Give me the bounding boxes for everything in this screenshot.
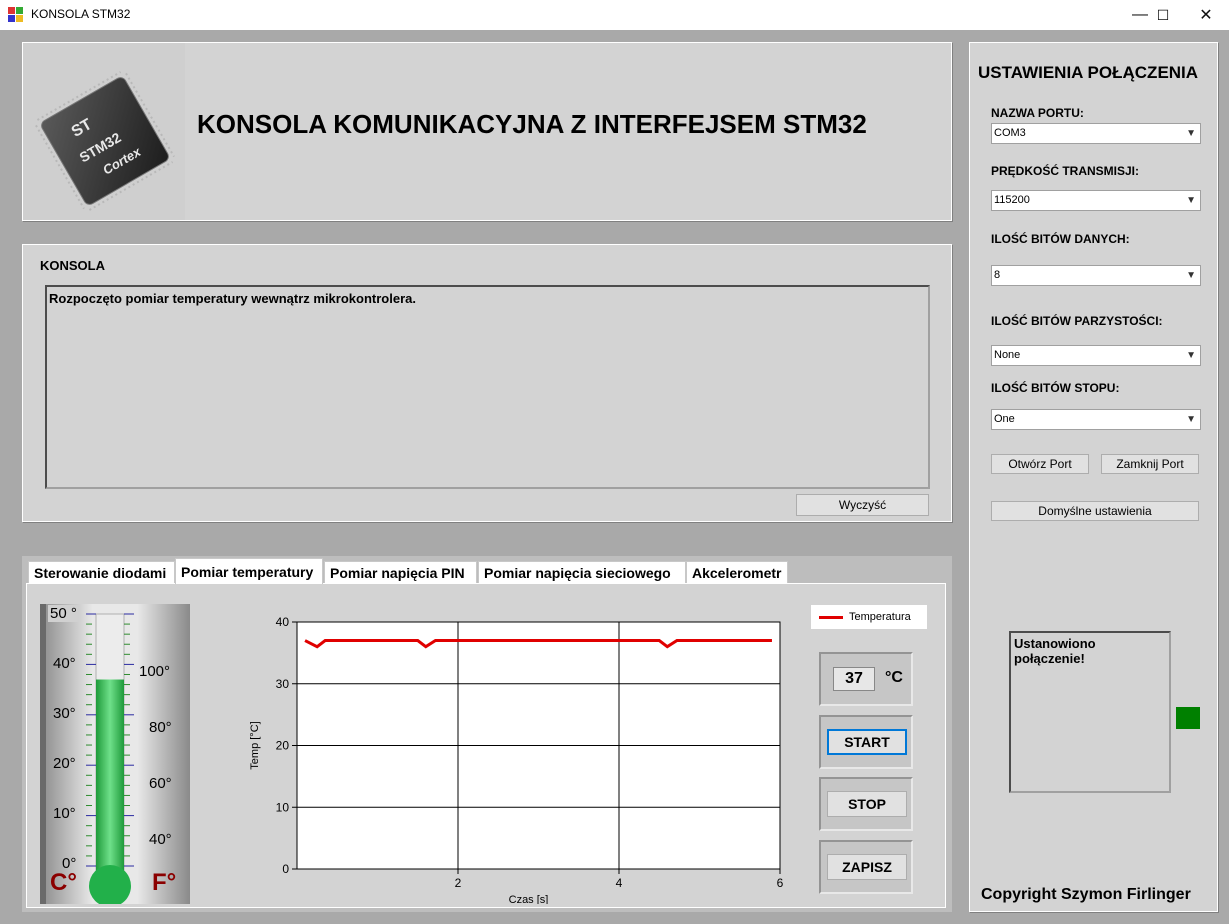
temperature-readout: 37 °C: [819, 652, 913, 706]
y-axis-label: Temp [°C]: [249, 721, 261, 769]
stopbits-label: ILOŚĆ BITÓW STOPU:: [991, 381, 1120, 395]
chevron-down-icon: ▼: [1186, 128, 1196, 139]
console-panel: KONSOLA Rozpoczęto pomiar temperatury we…: [22, 244, 952, 522]
window-title: KONSOLA STM32: [31, 7, 131, 21]
tabs-panel: Sterowanie diodami Pomiar temperatury Po…: [22, 556, 952, 912]
chevron-down-icon: ▼: [1186, 270, 1196, 281]
port-select-value: COM3: [994, 127, 1026, 139]
fahrenheit-tick: 40°: [149, 831, 172, 848]
console-output[interactable]: Rozpoczęto pomiar temperatury wewnątrz m…: [45, 285, 930, 489]
y-tick-label: 40: [276, 615, 290, 629]
celsius-tick: 50 °: [48, 605, 79, 622]
console-title: KONSOLA: [40, 258, 105, 273]
fahrenheit-label: F°: [152, 869, 177, 896]
x-tick-label: 4: [616, 876, 623, 890]
tab-sterowanie-diodami[interactable]: Sterowanie diodami: [28, 561, 175, 583]
app-heading: KONSOLA KOMUNIKACYJNA Z INTERFEJSEM STM3…: [197, 109, 867, 139]
chevron-down-icon: ▼: [1186, 195, 1196, 206]
baud-select-value: 115200: [994, 194, 1030, 206]
thermometer-gauge: 50 ° 40° 30° 20° 10° 0° 100° 80° 60° 40°…: [40, 604, 190, 904]
tab-pomiar-napiecia-sieciowego[interactable]: Pomiar napięcia sieciowego: [478, 561, 686, 583]
connection-settings-panel: USTAWIENIA POŁĄCZENIA NAZWA PORTU: COM3 ▼…: [969, 42, 1218, 912]
app-icon: [8, 7, 24, 23]
databits-select-value: 8: [994, 269, 1001, 281]
open-port-button[interactable]: Otwórz Port: [991, 454, 1089, 474]
connection-status-box: Ustanowiono połączenie!: [1009, 631, 1171, 793]
legend-line-swatch: [819, 615, 843, 619]
fahrenheit-tick: 80°: [149, 719, 172, 736]
celsius-tick: 30°: [53, 705, 76, 722]
databits-label: ILOŚĆ BITÓW DANYCH:: [991, 232, 1130, 246]
stop-button-frame: STOP: [819, 777, 913, 831]
copyright-text: Copyright Szymon Firlinger: [981, 886, 1191, 903]
tab-akcelerometr[interactable]: Akcelerometr: [686, 561, 788, 583]
clear-console-button[interactable]: Wyczyść: [796, 494, 929, 516]
baud-select[interactable]: 115200 ▼: [991, 190, 1201, 211]
x-axis-label: Czas [s]: [509, 894, 549, 904]
x-tick-label: 6: [777, 876, 784, 890]
celsius-tick: 20°: [53, 755, 76, 772]
start-button[interactable]: START: [827, 729, 907, 755]
header-panel: ST STM32 Cortex KONSOLA KOMUNIKACYJNA Z …: [22, 42, 952, 221]
celsius-label: C°: [50, 869, 77, 896]
baud-label: PRĘDKOŚĆ TRANSMISJI:: [991, 164, 1140, 178]
title-bar: KONSOLA STM32 — ☐ ✕: [0, 0, 1229, 30]
save-button[interactable]: ZAPISZ: [827, 854, 907, 880]
stopbits-select-value: One: [994, 413, 1015, 425]
celsius-tick: 40°: [53, 655, 76, 672]
legend-label: Temperatura: [849, 611, 911, 623]
save-button-frame: ZAPISZ: [819, 840, 913, 894]
temperature-unit: °C: [885, 669, 903, 686]
databits-select[interactable]: 8 ▼: [991, 265, 1201, 286]
parity-label: ILOŚĆ BITÓW PARZYSTOŚCI:: [991, 314, 1163, 328]
default-settings-button[interactable]: Domyślne ustawienia: [991, 501, 1199, 521]
chevron-down-icon: ▼: [1186, 350, 1196, 361]
chart-legend: Temperatura: [811, 605, 927, 629]
settings-title: USTAWIENIA POŁĄCZENIA: [978, 63, 1199, 82]
fahrenheit-tick: 100°: [139, 663, 171, 680]
stm32-chip-image: ST STM32 Cortex: [23, 43, 185, 220]
celsius-tick: 10°: [53, 805, 76, 822]
close-button[interactable]: ✕: [1183, 0, 1229, 30]
x-tick-label: 2: [455, 876, 462, 890]
tab-pomiar-napiecia-pin[interactable]: Pomiar napięcia PIN: [324, 561, 477, 583]
stopbits-select[interactable]: One ▼: [991, 409, 1201, 430]
y-tick-label: 30: [276, 677, 290, 691]
temperature-chart: 0 10 20 30 40 2 4 6 Czas [s] Temp [°C]: [249, 615, 784, 904]
close-port-button[interactable]: Zamknij Port: [1101, 454, 1199, 474]
y-tick-label: 10: [276, 800, 290, 814]
port-select[interactable]: COM3 ▼: [991, 123, 1201, 144]
connection-status-led: [1176, 707, 1200, 729]
parity-select[interactable]: None ▼: [991, 345, 1201, 366]
parity-select-value: None: [994, 349, 1021, 361]
stop-button[interactable]: STOP: [827, 791, 907, 817]
tab-content-temperature: 50 ° 40° 30° 20° 10° 0° 100° 80° 60° 40°…: [26, 583, 946, 908]
start-button-frame: START: [819, 715, 913, 769]
chevron-down-icon: ▼: [1186, 414, 1196, 425]
port-label: NAZWA PORTU:: [991, 106, 1084, 120]
fahrenheit-tick: 60°: [149, 775, 172, 792]
tab-pomiar-temperatury[interactable]: Pomiar temperatury: [175, 558, 323, 584]
temperature-value: 37: [833, 667, 875, 691]
maximize-button[interactable]: ☐: [1140, 0, 1186, 30]
y-tick-label: 0: [282, 862, 289, 876]
y-tick-label: 20: [276, 739, 290, 753]
